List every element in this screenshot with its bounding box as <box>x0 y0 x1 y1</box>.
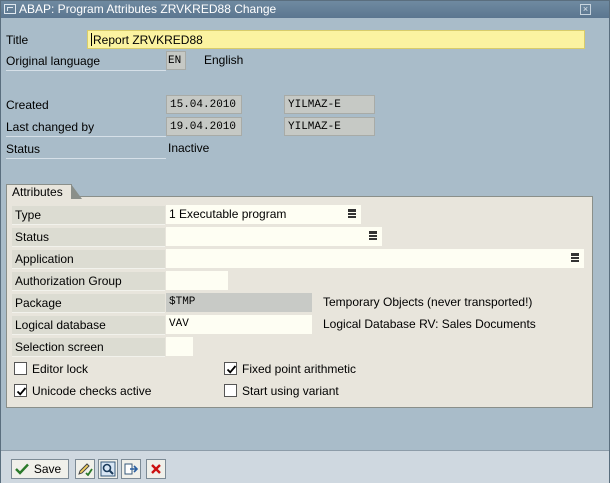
checkmark-icon <box>226 365 237 374</box>
status-value: Inactive <box>168 141 210 155</box>
unicode-checkbox[interactable]: Unicode checks active <box>14 384 151 398</box>
save-button[interactable]: Save <box>11 459 69 479</box>
checkbox-box <box>14 362 27 375</box>
checkbox-box <box>224 384 237 397</box>
start-variant-checkbox[interactable]: Start using variant <box>224 384 339 398</box>
check-icon <box>14 463 29 475</box>
transport-icon <box>124 463 139 475</box>
checkbox-box <box>224 362 237 375</box>
transport-button[interactable] <box>121 459 141 479</box>
application-dropdown[interactable] <box>166 249 584 268</box>
bottom-toolbar: Save <box>1 450 609 483</box>
title-bar: ABAP: Program Attributes ZRVKRED88 Chang… <box>1 1 609 18</box>
application-label: Application <box>12 250 165 269</box>
fixed-point-checkbox[interactable]: Fixed point arithmetic <box>224 362 356 376</box>
text-cursor <box>91 33 92 46</box>
package-field: $TMP <box>166 293 312 312</box>
attributes-group-title: Attributes <box>6 184 82 199</box>
fixed-point-label: Fixed point arithmetic <box>242 362 357 376</box>
authorization-group-input[interactable] <box>166 271 228 290</box>
changed-date-field: 19.04.2010 <box>166 117 242 136</box>
original-language-label: Original language <box>6 52 166 71</box>
editor-lock-checkbox[interactable]: Editor lock <box>14 362 88 376</box>
created-date-field: 15.04.2010 <box>166 95 242 114</box>
sap-dialog-window: ABAP: Program Attributes ZRVKRED88 Chang… <box>0 0 610 483</box>
edit-pencil-button[interactable] <box>75 459 95 479</box>
editor-lock-label: Editor lock <box>32 362 89 376</box>
package-description: Temporary Objects (never transported!) <box>323 295 533 309</box>
value-help-icon[interactable] <box>571 253 580 263</box>
authorization-group-label: Authorization Group <box>12 272 165 291</box>
last-changed-label: Last changed by <box>6 118 166 137</box>
changed-user-field: YILMAZ-E <box>284 117 375 136</box>
type-label: Type <box>12 206 165 225</box>
checkmark-icon <box>16 387 27 396</box>
selection-screen-input[interactable] <box>166 337 193 356</box>
find-icon <box>100 461 116 477</box>
edit-pencil-icon <box>78 463 93 476</box>
created-user-field: YILMAZ-E <box>284 95 375 114</box>
attr-status-label: Status <box>12 228 165 247</box>
window-menu-icon[interactable] <box>4 4 16 14</box>
logical-database-description: Logical Database RV: Sales Documents <box>323 317 536 331</box>
title-input-value: Report ZRVKRED88 <box>93 33 203 47</box>
checkbox-box <box>14 384 27 397</box>
cancel-icon <box>151 464 161 474</box>
title-input[interactable]: Report ZRVKRED88 <box>87 30 585 49</box>
type-dropdown-value: 1 Executable program <box>169 207 287 221</box>
selection-screen-label: Selection screen <box>12 338 165 357</box>
created-label: Created <box>6 98 49 112</box>
cancel-button[interactable] <box>146 459 166 479</box>
original-language-field: EN <box>166 51 186 70</box>
value-help-icon[interactable] <box>348 209 357 219</box>
start-variant-label: Start using variant <box>242 384 339 398</box>
close-icon[interactable]: × <box>580 4 591 15</box>
attr-status-dropdown[interactable] <box>166 227 382 246</box>
logical-database-input[interactable]: VAV <box>166 315 312 334</box>
type-dropdown[interactable]: 1 Executable program <box>166 205 361 224</box>
status-label: Status <box>6 140 166 159</box>
value-help-icon[interactable] <box>369 231 378 241</box>
logical-database-label: Logical database <box>12 316 165 335</box>
save-button-label: Save <box>33 462 62 476</box>
unicode-label: Unicode checks active <box>32 384 152 398</box>
window-title: ABAP: Program Attributes ZRVKRED88 Chang… <box>19 2 277 16</box>
original-language-name: English <box>204 53 244 67</box>
find-button[interactable] <box>98 459 118 479</box>
package-label: Package <box>12 294 165 313</box>
